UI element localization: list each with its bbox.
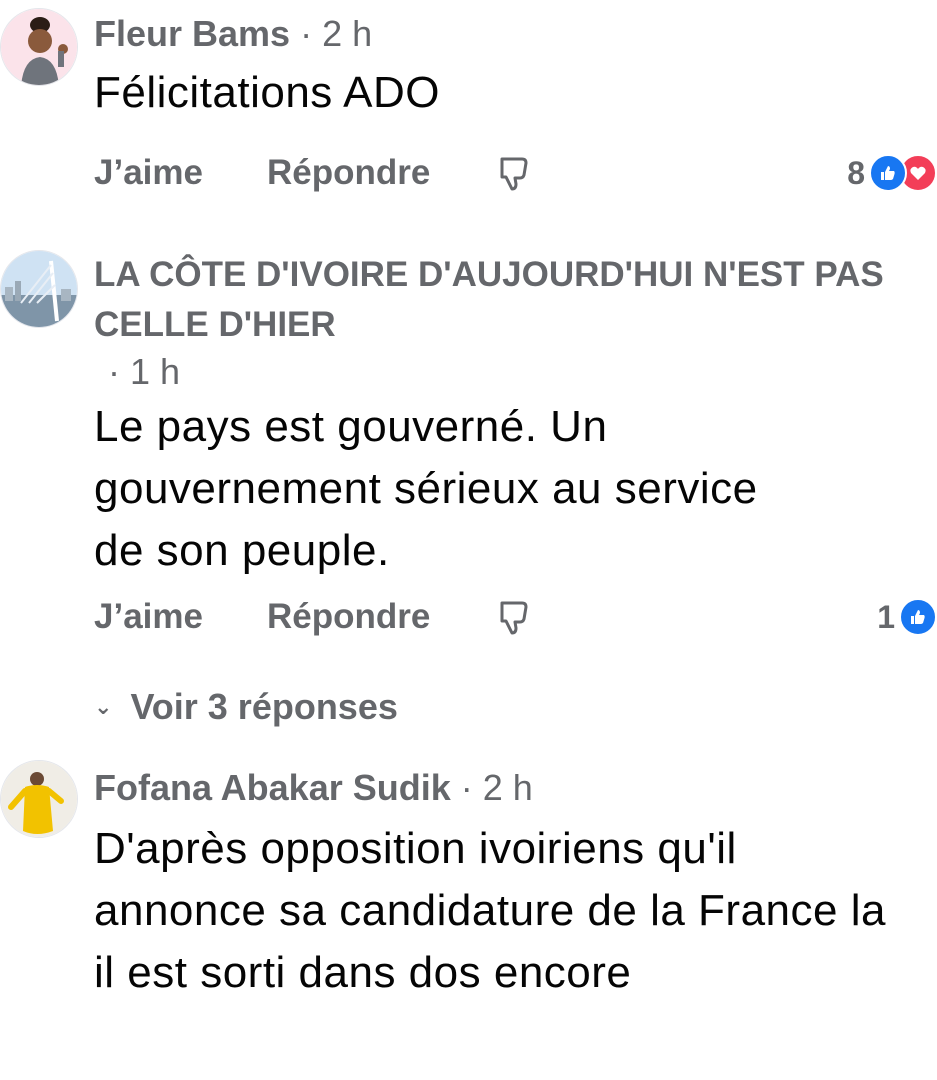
avatar-fofana[interactable] [0, 760, 78, 838]
like-button[interactable]: J’aime [94, 153, 203, 193]
comment-text: D'après opposition ivoiriens qu'il annon… [94, 824, 886, 997]
avatar-image [1, 9, 77, 85]
comment-header: · 1 h [108, 350, 937, 394]
like-reaction-icon [869, 154, 907, 192]
like-button[interactable]: J’aime [94, 597, 203, 637]
separator-dot: · [460, 767, 473, 808]
reaction-summary[interactable]: 1 [877, 598, 937, 636]
avatar-cote-ivoire[interactable] [0, 250, 78, 328]
comment-author[interactable]: LA CÔTE D'IVOIRE D'AUJOURD'HUI N'EST PAS… [94, 250, 914, 350]
reaction-count: 8 [847, 154, 865, 191]
avatar-image [1, 761, 77, 837]
comment-text: Félicitations ADO [94, 68, 440, 117]
thumbs-down-outline-icon[interactable] [494, 153, 534, 193]
comment-header: Fleur Bams · 2 h [94, 12, 937, 56]
comment-author[interactable]: Fofana Abakar Sudik [94, 767, 451, 808]
comment-actions: J’aime Répondre 1 [94, 592, 937, 642]
chevron-down-icon: ⌄ [94, 694, 113, 719]
avatar-fleur-bams[interactable] [0, 8, 78, 86]
reply-button[interactable]: Répondre [267, 153, 430, 193]
separator-dot: · [300, 13, 313, 54]
comment-time[interactable]: 2 h [322, 13, 372, 54]
view-replies-label: Voir 3 réponses [130, 686, 398, 727]
avatar-image [1, 251, 77, 327]
like-reaction-icon [899, 598, 937, 636]
comment-time[interactable]: 2 h [483, 767, 533, 808]
comment-author[interactable]: Fleur Bams [94, 13, 290, 54]
comment-actions: J’aime Répondre 8 [94, 148, 937, 198]
comment-header: Fofana Abakar Sudik · 2 h [94, 766, 937, 810]
comment-text: Le pays est gouverné. Un gouvernement sé… [94, 402, 758, 575]
view-replies-button[interactable]: ⌄ Voir 3 réponses [94, 686, 398, 728]
reply-button[interactable]: Répondre [267, 597, 430, 637]
separator-dot: · [108, 351, 120, 392]
reaction-summary[interactable]: 8 [847, 154, 937, 192]
reaction-count: 1 [877, 598, 895, 635]
thumbs-down-outline-icon[interactable] [494, 597, 534, 637]
comment-time[interactable]: 1 h [130, 351, 180, 392]
